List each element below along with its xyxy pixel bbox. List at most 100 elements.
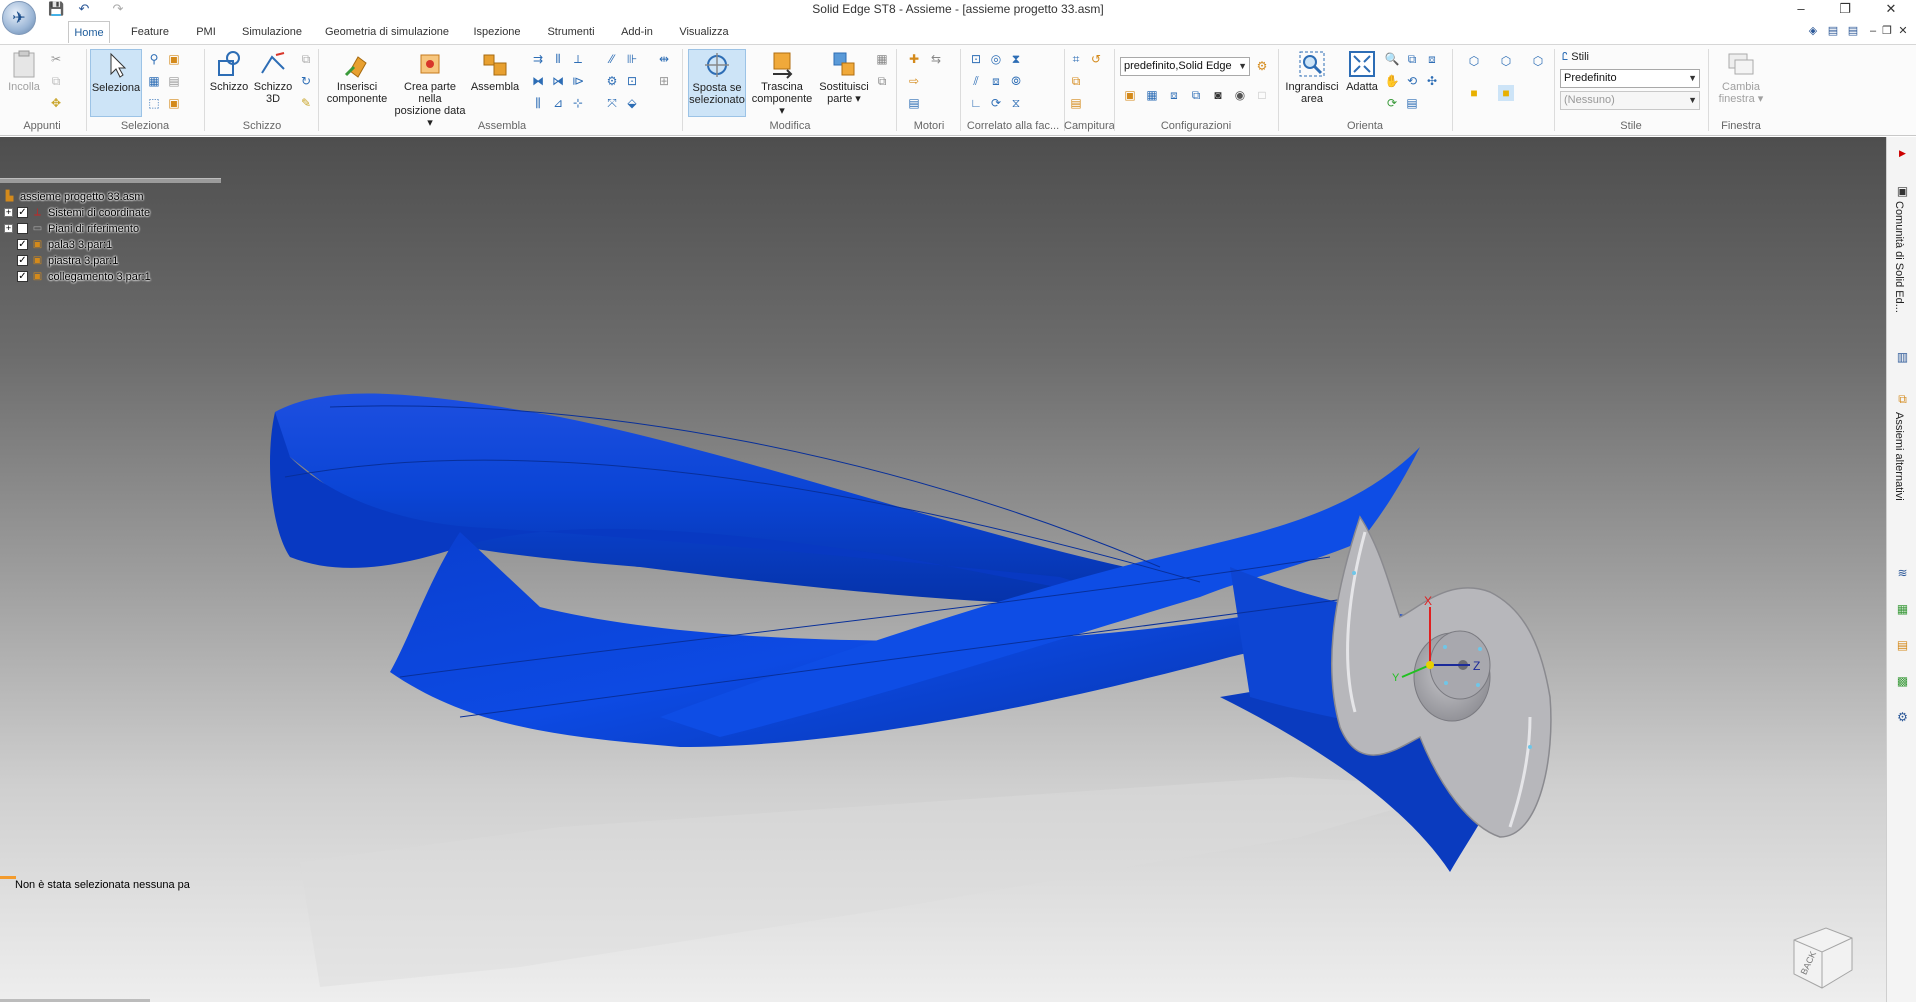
tab-pmi[interactable]: PMI [190, 21, 222, 43]
youtube-icon[interactable]: ▶ [1894, 145, 1911, 161]
visibility-checkbox[interactable] [17, 223, 28, 234]
options-icon[interactable]: ◈ [1806, 25, 1820, 37]
select-region-icon[interactable]: ⬚ [146, 95, 162, 111]
concentric-icon[interactable]: ◎ [988, 51, 1004, 67]
select-button[interactable]: Seleziona [90, 49, 142, 117]
parallel-face-icon[interactable]: ⫽ [968, 73, 984, 89]
tab-simulazione[interactable]: Simulazione [237, 21, 307, 43]
switch-window-button[interactable]: Cambia finestra ▾ [1712, 49, 1770, 105]
expand-icon[interactable]: + [4, 224, 13, 233]
mate-icon[interactable]: ⇉ [530, 51, 546, 67]
modify-option-icon[interactable]: ▦ [874, 51, 890, 67]
drag-component-button[interactable]: Trascina componente ▾ [748, 49, 816, 117]
tree-item-piastra[interactable]: ✓ ▣ piastra 3.par:1 [4, 253, 118, 268]
tab-strumenti[interactable]: Strumenti [542, 21, 600, 43]
spin-about-icon[interactable]: ✣ [1424, 73, 1440, 89]
select-filter-icon[interactable]: ⚲ [146, 51, 162, 67]
parallel-icon[interactable]: ⫼ [530, 95, 546, 111]
config-zone-icon[interactable]: ▦ [1144, 87, 1160, 103]
symmetric-icon[interactable]: ⧗ [1008, 51, 1024, 67]
motor-icon[interactable]: ✚ [906, 51, 922, 67]
select-box-icon[interactable]: ▦ [146, 73, 162, 89]
match-coordinate-icon[interactable]: ⤧ [604, 95, 620, 111]
tree-item-pala3[interactable]: ✓ ▣ pala3 3.par:1 [4, 237, 112, 252]
mdi-restore-icon[interactable]: ❐ [1880, 25, 1894, 37]
pathfinder-grip[interactable] [0, 178, 221, 183]
tab-ispezione[interactable]: Ispezione [467, 21, 527, 43]
rigid-icon[interactable]: ⧖ [1008, 95, 1024, 111]
angle-icon[interactable]: ⧐ [570, 73, 586, 89]
styles-button[interactable]: Ꮭ Stili [1562, 51, 1589, 64]
visibility-checkbox[interactable]: ✓ [17, 255, 28, 266]
tangent-icon[interactable]: ⊿ [550, 95, 566, 111]
3d-viewport[interactable]: X Z Y [0, 137, 1886, 1002]
face-relate-icon[interactable]: ⊡ [968, 51, 984, 67]
insert-icon[interactable]: ⧓ [530, 73, 546, 89]
restore-button[interactable]: ❐ [1826, 0, 1864, 17]
pattern-assembly-icon[interactable]: ⌗ [1068, 51, 1084, 67]
tab-feature[interactable]: Feature [125, 21, 175, 43]
tree-item-piani-di-riferimento[interactable]: + ▭ Piani di riferimento [4, 221, 139, 236]
common-views-icon[interactable]: ▤ [1404, 95, 1420, 111]
expand-icon[interactable]: + [4, 208, 13, 217]
mirror-icon[interactable]: ↺ [1088, 51, 1104, 67]
community-panel-tab[interactable]: Comunità di Solid Ed... [1893, 201, 1905, 313]
config-display-icon[interactable]: ▣ [1122, 87, 1138, 103]
configuration-select[interactable]: predefinito,Solid Edge ▼ [1120, 57, 1250, 76]
flash-fit-icon[interactable]: ⬙ [624, 95, 640, 111]
application-menu-button[interactable]: ✈ [2, 1, 36, 35]
shaded-edges-icon[interactable]: ■ [1498, 85, 1514, 101]
face-style-select[interactable]: (Nessuno) ▼ [1560, 91, 1700, 110]
tree-item-sistemi-di-coordinate[interactable]: + ✓ ⟂ Sistemi di coordinate [4, 205, 150, 220]
motor-option-icon[interactable]: ⇆ [928, 51, 944, 67]
explode-icon[interactable]: ⇹ [656, 51, 672, 67]
select-tool-icon[interactable]: ▣ [166, 51, 182, 67]
cut-icon[interactable]: ✂ [48, 51, 64, 67]
tab-visualizza[interactable]: Visualizza [674, 21, 734, 43]
front-view-icon[interactable]: ⬡ [1498, 53, 1514, 69]
config-restore-icon[interactable]: ⧉ [1188, 87, 1204, 103]
replace-part-button[interactable]: Sostituisci parte ▾ [816, 49, 872, 105]
help-topics-icon[interactable]: ▤ [1846, 25, 1860, 37]
visibility-checkbox[interactable]: ✓ [17, 207, 28, 218]
sketch-pencil-icon[interactable]: ✎ [298, 95, 314, 111]
library-icon[interactable]: ▥ [1894, 349, 1911, 365]
pattern-icon[interactable]: ⊞ [656, 73, 672, 89]
sketch-button[interactable]: Schizzo [208, 49, 250, 93]
view-cube[interactable]: BACK [1786, 922, 1858, 992]
visibility-checkbox[interactable]: ✓ [17, 271, 28, 282]
tangent-face-icon[interactable]: ⟳ [988, 95, 1004, 111]
motor-list-icon[interactable]: ▤ [906, 95, 922, 111]
file-properties-icon[interactable]: ▤ [1894, 637, 1911, 653]
copy-icon[interactable]: ⧉ [48, 73, 64, 89]
right-view-icon[interactable]: ⬡ [1530, 53, 1546, 69]
sketch-rotate-icon[interactable]: ↻ [298, 73, 314, 89]
aligned-icon[interactable]: ⦾ [1008, 73, 1024, 89]
view-prev-icon[interactable]: ⧈ [1424, 51, 1440, 67]
tab-add-in[interactable]: Add-in [615, 21, 659, 43]
settings-gear-icon[interactable]: ⚙ [1894, 709, 1911, 725]
rigid-set-icon[interactable]: ⚙ [604, 73, 620, 89]
tab-geometria-di-simulazione[interactable]: Geometria di simulazione [322, 21, 452, 43]
alternate-assemblies-icon[interactable]: ⧉ [1894, 391, 1911, 407]
gear-relation-icon[interactable]: ⁄⁄ [604, 51, 620, 67]
select-parts-icon[interactable]: ▣ [166, 95, 182, 111]
tree-item-collegamento[interactable]: ✓ ▣ collegamento 3.par:1 [4, 269, 151, 284]
alternate-assemblies-tab[interactable]: Assiemi alternativi [1893, 412, 1905, 501]
fit-button[interactable]: Adatta [1342, 49, 1382, 93]
mdi-minimize-icon[interactable]: – [1866, 25, 1880, 37]
tab-home[interactable]: Home [68, 21, 110, 43]
zoom-icon[interactable]: 🔍 [1384, 51, 1400, 67]
paste-button[interactable]: Incolla [6, 49, 42, 93]
sketch-copy-icon[interactable]: ⧉ [298, 51, 314, 67]
insert-component-button[interactable]: Inserisci componente [322, 49, 392, 105]
rotate-view-icon[interactable]: ⟲ [1404, 73, 1420, 89]
tree-root[interactable]: ▙ assieme progetto 33.asm [4, 189, 144, 204]
format-painter-icon[interactable]: ✥ [48, 95, 64, 111]
community-icon[interactable]: ▣ [1894, 183, 1911, 199]
assemble-button[interactable]: Assembla [470, 49, 520, 93]
coplanar-icon[interactable]: ⧈ [988, 73, 1004, 89]
modify-option2-icon[interactable]: ⧉ [874, 73, 890, 89]
axial-align-icon[interactable]: ⟂ [570, 51, 586, 67]
sensors-icon[interactable]: ▦ [1894, 601, 1911, 617]
